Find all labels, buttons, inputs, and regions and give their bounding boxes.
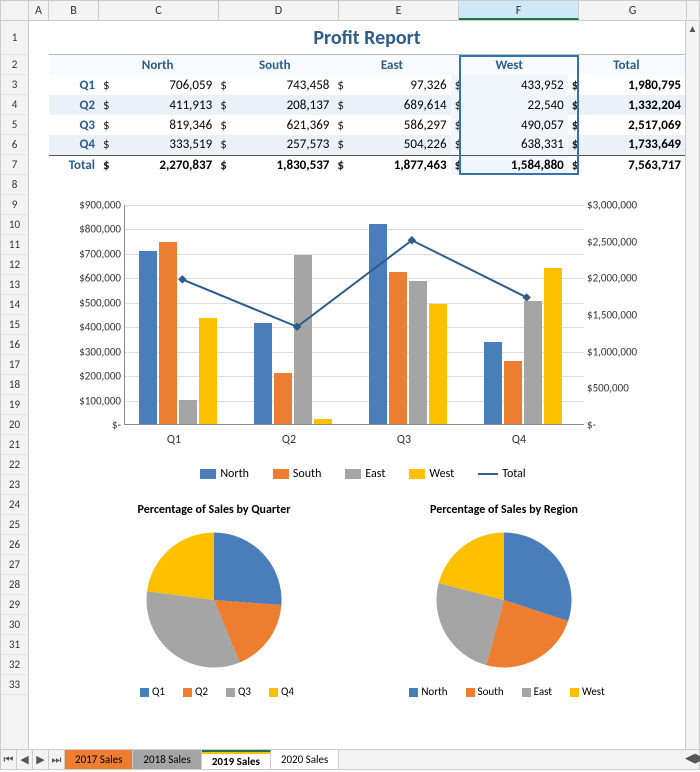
chart-plot-area — [124, 205, 584, 425]
colhead-C[interactable]: C — [99, 1, 219, 20]
colhead-D[interactable]: D — [219, 1, 339, 20]
scroll-up-icon[interactable]: ▲ — [686, 21, 699, 37]
rowhead-30[interactable]: 30 — [1, 615, 28, 635]
pie-quarter: Percentage of Sales by Quarter Q1Q2Q3Q4 — [69, 499, 359, 698]
rowhead-25[interactable]: 25 — [1, 515, 28, 535]
rowhead-15[interactable]: 15 — [1, 315, 28, 335]
rowhead-16[interactable]: 16 — [1, 335, 28, 355]
rowhead-1[interactable]: 1 — [1, 21, 28, 55]
rowhead-20[interactable]: 20 — [1, 415, 28, 435]
rowhead-31[interactable]: 31 — [1, 635, 28, 655]
rowhead-14[interactable]: 14 — [1, 295, 28, 315]
hdr-west: West — [451, 55, 568, 75]
sheet-tab-bar: ⏮◀▶⏭2017 Sales2018 Sales2019 Sales2020 S… — [1, 749, 699, 769]
scroll-right-icon[interactable]: ▶ — [695, 749, 700, 769]
colhead-E[interactable]: E — [339, 1, 459, 20]
pie-region-svg — [429, 525, 579, 675]
tab-nav-0[interactable]: ⏮ — [1, 750, 17, 769]
sheet-tab-2020-Sales[interactable]: 2020 Sales — [271, 750, 339, 769]
rowhead-7[interactable]: 7 — [1, 155, 28, 175]
rowhead-23[interactable]: 23 — [1, 475, 28, 495]
rowhead-32[interactable]: 32 — [1, 655, 28, 675]
tab-nav-3[interactable]: ⏭ — [49, 750, 65, 769]
colhead-B[interactable]: B — [49, 1, 99, 20]
rowhead-18[interactable]: 18 — [1, 375, 28, 395]
profit-table: North South East West Total Q1$706,059$7… — [49, 55, 685, 175]
chart-legend: NorthSouthEastWestTotal — [59, 467, 659, 481]
pie-quarter-svg — [139, 525, 289, 675]
colhead-G[interactable]: G — [579, 1, 687, 20]
rowhead-5[interactable]: 5 — [1, 115, 28, 135]
rowhead-11[interactable]: 11 — [1, 235, 28, 255]
table-row: Total$2,270,837$1,830,537$1,877,463$1,58… — [49, 155, 685, 175]
rowhead-3[interactable]: 3 — [1, 75, 28, 95]
pie-slice-Q4 — [147, 533, 214, 601]
pie-quarter-legend: Q1Q2Q3Q4 — [69, 685, 359, 698]
table-row: Q1$706,059$743,458$97,326$433,952$1,980,… — [49, 75, 685, 95]
table-row: Q4$333,519$257,573$504,226$638,331$1,733… — [49, 135, 685, 155]
sheet-tab-2019-Sales[interactable]: 2019 Sales — [202, 750, 271, 769]
table-header-row: North South East West Total — [49, 55, 685, 75]
rowhead-21[interactable]: 21 — [1, 435, 28, 455]
hdr-south: South — [216, 55, 333, 75]
pie-region: Percentage of Sales by Region NorthSouth… — [359, 499, 649, 698]
rowhead-13[interactable]: 13 — [1, 275, 28, 295]
table-row: Q2$411,913$208,137$689,614$22,540$1,332,… — [49, 95, 685, 115]
rowhead-26[interactable]: 26 — [1, 535, 28, 555]
selectall-corner[interactable] — [1, 1, 29, 20]
column-headers: ABCDEFG — [1, 1, 699, 21]
hdr-north: North — [99, 55, 216, 75]
rowhead-2[interactable]: 2 — [1, 55, 28, 75]
rowhead-6[interactable]: 6 — [1, 135, 28, 155]
sheet-tab-2018-Sales[interactable]: 2018 Sales — [133, 750, 201, 769]
hscroll-right[interactable]: ◀ ▶ — [685, 749, 699, 769]
pie-slice-Q1 — [214, 533, 282, 606]
rowhead-24[interactable]: 24 — [1, 495, 28, 515]
sheet-tab-2017-Sales[interactable]: 2017 Sales — [65, 750, 133, 769]
page-title: Profit Report — [49, 21, 685, 55]
rowhead-12[interactable]: 12 — [1, 255, 28, 275]
tab-nav-1[interactable]: ◀ — [17, 750, 33, 769]
rowhead-22[interactable]: 22 — [1, 455, 28, 475]
hdr-total: Total — [568, 55, 685, 75]
rowhead-27[interactable]: 27 — [1, 555, 28, 575]
rowhead-8[interactable]: 8 — [1, 175, 28, 195]
tab-nav-2[interactable]: ▶ — [33, 750, 49, 769]
rowhead-10[interactable]: 10 — [1, 215, 28, 235]
rowhead-4[interactable]: 4 — [1, 95, 28, 115]
pie-quarter-title: Percentage of Sales by Quarter — [69, 503, 359, 517]
rowhead-33[interactable]: 33 — [1, 675, 28, 695]
scroll-left-icon[interactable]: ◀ — [685, 749, 695, 769]
rowhead-17[interactable]: 17 — [1, 355, 28, 375]
rowhead-19[interactable]: 19 — [1, 395, 28, 415]
hdr-east: East — [333, 55, 450, 75]
bar-line-chart: NorthSouthEastWestTotal $-$100,000$200,0… — [59, 195, 659, 485]
rowhead-28[interactable]: 28 — [1, 575, 28, 595]
rowhead-9[interactable]: 9 — [1, 195, 28, 215]
vertical-scrollbar[interactable]: ▲ — [685, 21, 699, 749]
colhead-A[interactable]: A — [29, 1, 49, 20]
colhead-F[interactable]: F — [459, 1, 579, 20]
pie-region-title: Percentage of Sales by Region — [359, 503, 649, 517]
table-row: Q3$819,346$621,369$586,297$490,057$2,517… — [49, 115, 685, 135]
rowhead-29[interactable]: 29 — [1, 595, 28, 615]
pie-region-legend: NorthSouthEastWest — [359, 685, 649, 698]
cells-area[interactable]: Profit Report North South East West Tota… — [29, 21, 699, 749]
row-headers: 1234567891011121314151617181920212223242… — [1, 21, 29, 749]
